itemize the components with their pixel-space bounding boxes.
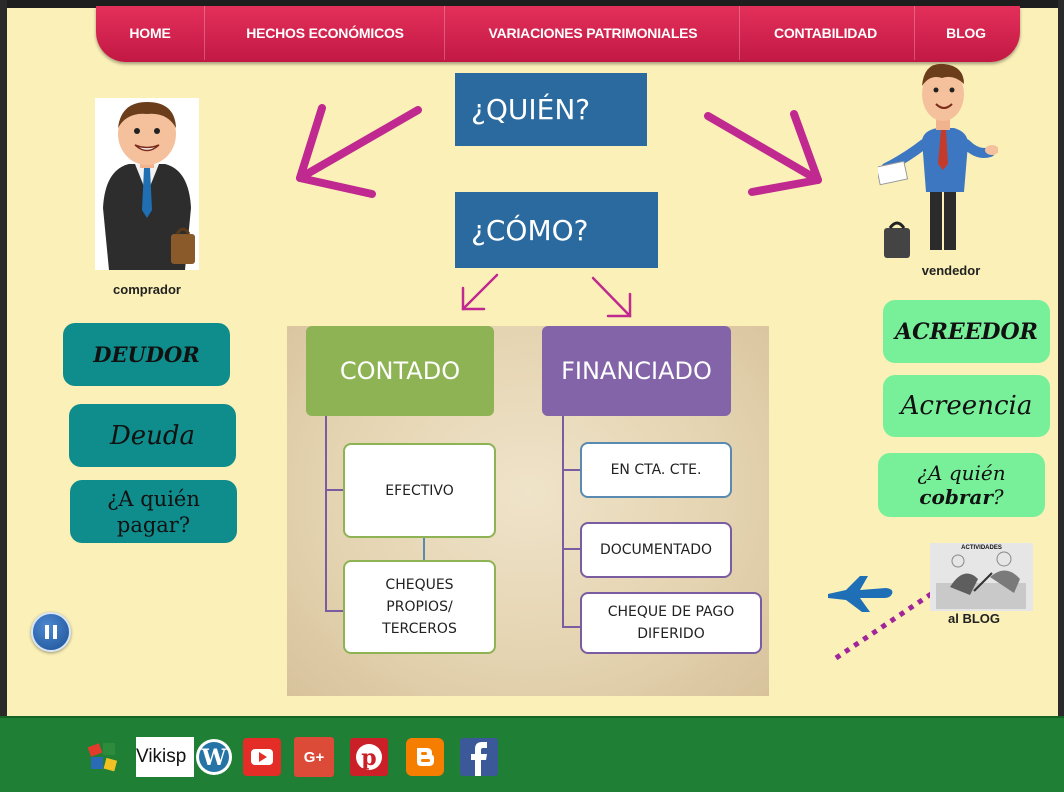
pause-icon [45,625,57,639]
facebook-icon[interactable] [459,737,499,777]
cheque-diferido-box: CHEQUE DE PAGO DIFERIDO [580,592,762,654]
financiado-header: FINANCIADO [542,326,731,416]
acreencia-box: Acreencia [883,375,1050,437]
logo-icon[interactable] [84,737,122,777]
cheques-line: CHEQUES [385,577,454,593]
contado-connector [325,610,343,612]
contado-connector [325,489,343,491]
pinterest-icon[interactable]: p [349,737,389,777]
pagar-box: ¿A quién pagar? [70,480,237,543]
thumbnail-label: ACTIVIDADES [961,545,1002,551]
pause-button[interactable] [31,612,71,652]
airplane-icon [828,576,893,612]
cheques-line: PROPIOS/ [386,599,453,615]
contado-header: CONTADO [306,326,494,416]
google-plus-icon[interactable]: G+ [294,737,334,777]
financiado-connector [562,416,564,628]
financiado-connector [562,626,580,628]
acreedor-box: ACREEDOR [883,300,1050,363]
svg-text:W: W [201,745,227,771]
blogger-icon[interactable] [405,737,445,777]
cobrar-line: cobrar? [919,485,1003,509]
efectivo-connector [423,538,425,560]
comprador-caption: comprador [113,282,181,297]
financiado-connector [562,548,580,550]
cheques-line: TERCEROS [382,621,457,637]
cobrar-suffix: ? [992,485,1004,509]
documentado-box: DOCUMENTADO [580,522,732,578]
youtube-icon[interactable] [242,737,282,777]
efectivo-box: EFECTIVO [343,443,496,538]
financiado-connector [562,469,580,471]
diferido-line: CHEQUE DE PAGO [607,604,735,620]
wikispaces-link[interactable]: Vikisp [136,737,194,777]
vendedor-caption: vendedor [921,263,981,278]
deuda-box: Deuda [69,404,236,467]
contado-connector [325,416,327,612]
deudor-box: DEUDOR [63,323,230,386]
arrow-financiado-icon [591,276,632,318]
svg-text:p: p [361,745,376,771]
cobrar-box: ¿A quién cobrar? [878,453,1045,517]
arrow-right-icon [704,110,822,196]
cta-cte-box: EN CTA. CTE. [580,442,732,498]
payment-diagram: CONTADO FINANCIADO EFECTIVO CHEQUES PROP… [287,326,769,696]
arrow-contado-icon [461,273,499,311]
comprador-illustration [95,98,199,270]
arrow-left-icon [296,104,422,198]
cheques-box: CHEQUES PROPIOS/ TERCEROS [343,560,496,654]
vendedor-illustration [875,60,999,258]
wordpress-icon[interactable]: W [194,737,234,777]
blog-caption[interactable]: al BLOG [936,611,1012,626]
blog-activities-thumbnail[interactable]: ACTIVIDADES [930,543,1033,611]
diferido-line: DIFERIDO [637,626,705,642]
cobrar-word: cobrar [919,485,993,509]
cobrar-prefix: ¿A quién [917,461,1006,485]
